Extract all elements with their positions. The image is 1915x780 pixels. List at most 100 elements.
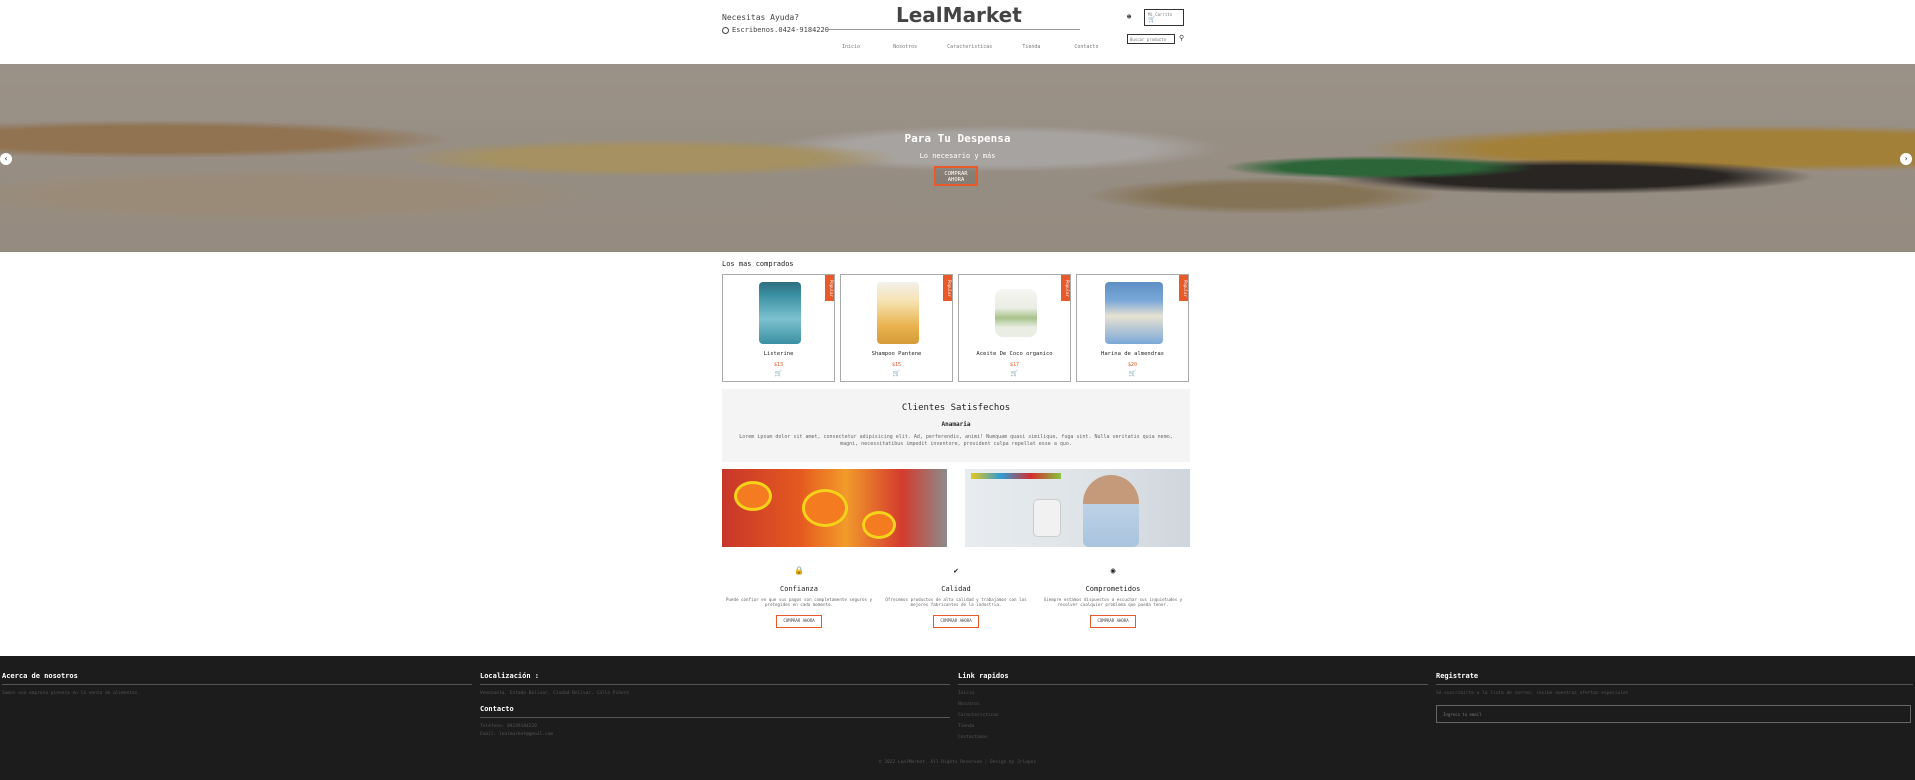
help-text: Necesitas Ayuda? (722, 13, 800, 22)
hero-buy-button[interactable]: COMPRAR AHORA (934, 166, 978, 186)
feature-confianza: 🔒 Confianza Puede confiar en que sus pag… (722, 566, 876, 628)
site-header: Necesitas Ayuda? Escribenos.0424-9184220… (0, 0, 1915, 64)
add-to-cart-icon[interactable]: 🛒 (1077, 370, 1188, 377)
lock-icon: 🔒 (794, 566, 804, 575)
footer-link-inicio[interactable]: Inicio (958, 688, 1428, 699)
feature-buy-button[interactable]: COMPRAR AHORA (933, 615, 979, 628)
add-to-cart-icon[interactable]: 🛒 (841, 370, 952, 377)
whatsapp-icon (722, 26, 729, 34)
popular-badge: Popular (943, 275, 952, 301)
spokesman-image (1083, 475, 1139, 547)
product-card[interactable]: Popular Harina de almendras $20 🛒 (1076, 274, 1189, 382)
testimonial-text: Lorem ipsum dolor sit amet, consectetur … (739, 434, 1173, 447)
feature-buy-button[interactable]: COMPRAR AHORA (776, 615, 822, 628)
footer-contact-title: Contacto (480, 705, 514, 713)
user-icon[interactable]: ☻ (1127, 13, 1131, 21)
footer-link-list: Inicio Nosotros Caracteristicas Tienda C… (958, 688, 1428, 743)
add-to-cart-icon[interactable]: 🛒 (723, 370, 834, 377)
product-card[interactable]: Popular Shampoo Pantene $15 🛒 (840, 274, 953, 382)
vitamin-bottle-image (1033, 499, 1061, 537)
product-price: $15 (891, 362, 902, 368)
add-to-cart-icon[interactable]: 🛒 (959, 370, 1070, 377)
feature-text: Ofrecemos productos de alta calidad y tr… (885, 597, 1027, 607)
footer-register: Registrate Sé suscribirte a la lista de … (1436, 672, 1913, 723)
footer-link-caracteristicas[interactable]: Caracteristicas (958, 710, 1428, 721)
product-image[interactable] (759, 282, 801, 344)
detergent-image (802, 489, 848, 527)
most-bought-title: Los mas comprados (722, 260, 794, 268)
site-logo[interactable]: LealMarket (896, 3, 1022, 27)
testimonial-author: Anamaria (941, 421, 971, 428)
feature-title: Confianza (780, 585, 818, 593)
footer-link-tienda[interactable]: Tienda (958, 721, 1428, 732)
main-nav: Inicio Nosotros Caracteristicas Tienda C… (842, 44, 1098, 50)
popular-badge: Popular (825, 275, 834, 301)
product-price: $17 (1009, 362, 1020, 368)
product-image[interactable] (1105, 282, 1163, 344)
cart-icon: 🛒 (1148, 16, 1156, 23)
footer-links-title: Link rapidos (958, 672, 1009, 680)
product-image[interactable] (877, 282, 919, 344)
vitamin-stripe (971, 473, 1061, 479)
footer-divider (958, 684, 1428, 685)
hero-carousel: Para Tu Despensa Lo necesario y más COMP… (0, 64, 1915, 252)
footer-link-contactanos[interactable]: Contactanos (958, 732, 1428, 743)
footer-contact-email: Email: lealmarket@gmail.com (480, 732, 554, 737)
footer-divider (480, 717, 950, 718)
copyright-text: © 2022 LealMarket. All Rights Reserved |… (878, 760, 1037, 765)
product-card[interactable]: Popular Aceite De Coco organico $17 🛒 (958, 274, 1071, 382)
nav-item-caracteristicas[interactable]: Caracteristicas (947, 44, 992, 50)
footer-about: Acerca de nosotros Somos una empresa pio… (2, 672, 472, 697)
testimonial-title: Clientes Satisfechos (901, 403, 1011, 413)
product-image[interactable] (995, 289, 1037, 337)
footer-divider (1436, 684, 1913, 685)
nav-item-contacto[interactable]: Contacto (1074, 44, 1098, 50)
hero-title: Para Tu Despensa (904, 132, 1011, 145)
product-name[interactable]: Listerine (723, 351, 834, 357)
promo-banner-vitamins[interactable] (965, 469, 1190, 547)
promo-banner-detergent[interactable] (722, 469, 947, 547)
footer-contact-phone: Teléfono: 04249184220 (480, 724, 537, 729)
wifi-icon: ◉ (1110, 566, 1116, 575)
whatsapp-text: Escribenos.0424-9184220 (732, 26, 829, 34)
footer-location: Localización : Venezuela, Estado Bolivar… (480, 672, 950, 738)
search-input[interactable] (1127, 34, 1175, 44)
footer-divider (2, 684, 472, 685)
newsletter-email-input[interactable]: Ingresa tu email (1436, 705, 1911, 723)
product-list: Popular Listerine $13 🛒 Popular Shampoo … (722, 274, 1189, 382)
feature-calidad: ✔ Calidad Ofrecemos productos de alta ca… (879, 566, 1033, 628)
product-name[interactable]: Shampoo Pantene (841, 351, 952, 357)
detergent-image (734, 481, 772, 511)
carousel-prev-icon[interactable]: ‹ (0, 153, 12, 165)
hero-subtitle: Lo necesario y más (919, 152, 996, 160)
footer-register-text: Sé suscribirte a la lista de correo, rec… (1436, 691, 1629, 696)
search-icon[interactable]: ⚲ (1179, 34, 1184, 42)
cart-button[interactable]: Mi Carrito 🛒 (1144, 9, 1184, 26)
product-price: $13 (773, 362, 784, 368)
testimonial-section: Clientes Satisfechos Anamaria Lorem ipsu… (722, 389, 1190, 462)
popular-badge: Popular (1179, 275, 1188, 301)
product-name[interactable]: Aceite De Coco organico (959, 351, 1070, 357)
footer-about-text: Somos una empresa pionera en la venta de… (2, 691, 141, 696)
footer-register-title: Registrate (1436, 672, 1479, 680)
footer-links: Link rapidos Inicio Nosotros Caracterist… (958, 672, 1428, 743)
nav-item-nosotros[interactable]: Nosotros (893, 44, 917, 50)
carousel-next-icon[interactable]: › (1900, 153, 1912, 165)
footer-about-title: Acerca de nosotros (2, 672, 78, 680)
header-divider (826, 29, 1080, 30)
product-price: $20 (1127, 362, 1138, 368)
feature-comprometidos: ◉ Comprometidos Siempre estamos dispuest… (1036, 566, 1190, 628)
footer-divider (480, 684, 950, 685)
whatsapp-contact[interactable]: Escribenos.0424-9184220 (722, 26, 829, 34)
nav-item-tienda[interactable]: Tienda (1022, 44, 1040, 50)
detergent-image (862, 511, 896, 539)
product-card[interactable]: Popular Listerine $13 🛒 (722, 274, 835, 382)
shield-check-icon: ✔ (953, 566, 959, 575)
product-name[interactable]: Harina de almendras (1077, 351, 1188, 357)
nav-item-inicio[interactable]: Inicio (842, 44, 860, 50)
feature-title: Calidad (941, 585, 971, 593)
feature-text: Siempre estamos dispuestos a escuchar su… (1043, 597, 1183, 607)
feature-buy-button[interactable]: COMPRAR AHORA (1090, 615, 1136, 628)
footer-location-title: Localización : (480, 672, 540, 680)
footer-link-nosotros[interactable]: Nosotros (958, 699, 1428, 710)
